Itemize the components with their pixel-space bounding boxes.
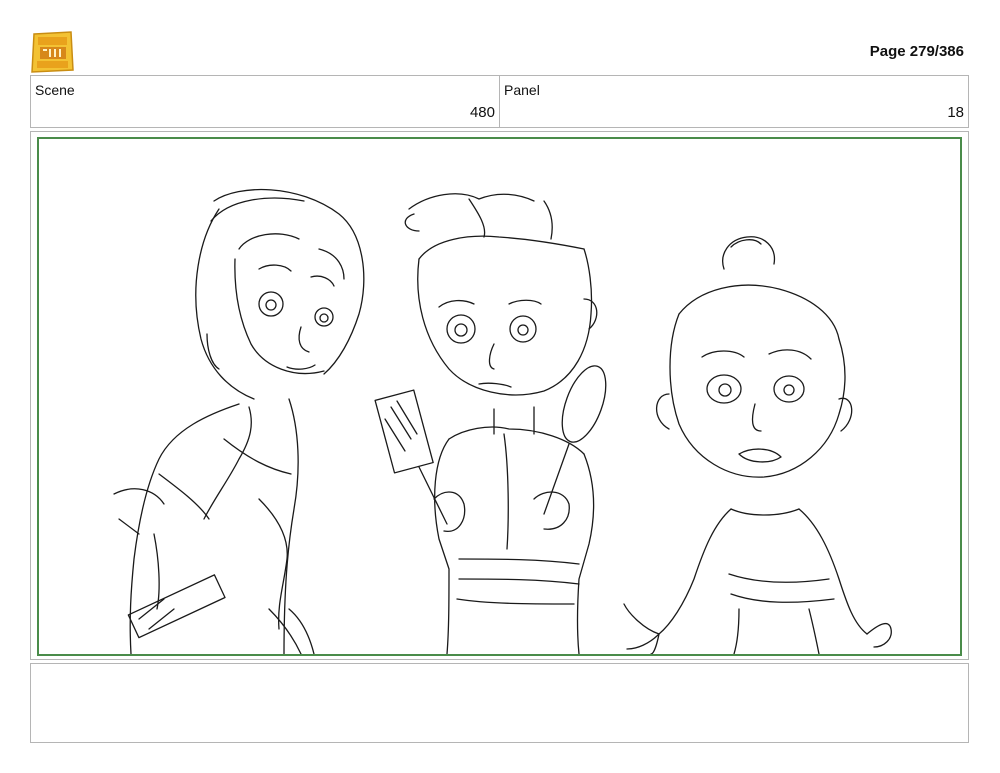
notes-box: [30, 663, 969, 743]
scene-panel-info: Scene 480 Panel 18: [30, 75, 969, 128]
storyboard-panel: [37, 137, 962, 656]
character-right-sketch: [623, 236, 892, 654]
panel-cell: Panel 18: [499, 76, 968, 127]
scene-label: Scene: [35, 82, 75, 98]
character-left-sketch: [113, 188, 365, 654]
panel-label: Panel: [504, 82, 540, 98]
scene-cell: Scene 480: [31, 76, 499, 127]
storyboard-sketch: [113, 188, 892, 654]
page-number: Page 279/386: [869, 43, 964, 60]
character-middle-sketch: [374, 193, 607, 654]
panel-value: 18: [947, 104, 964, 121]
scene-value: 480: [469, 104, 495, 121]
show-logo: [30, 30, 75, 74]
